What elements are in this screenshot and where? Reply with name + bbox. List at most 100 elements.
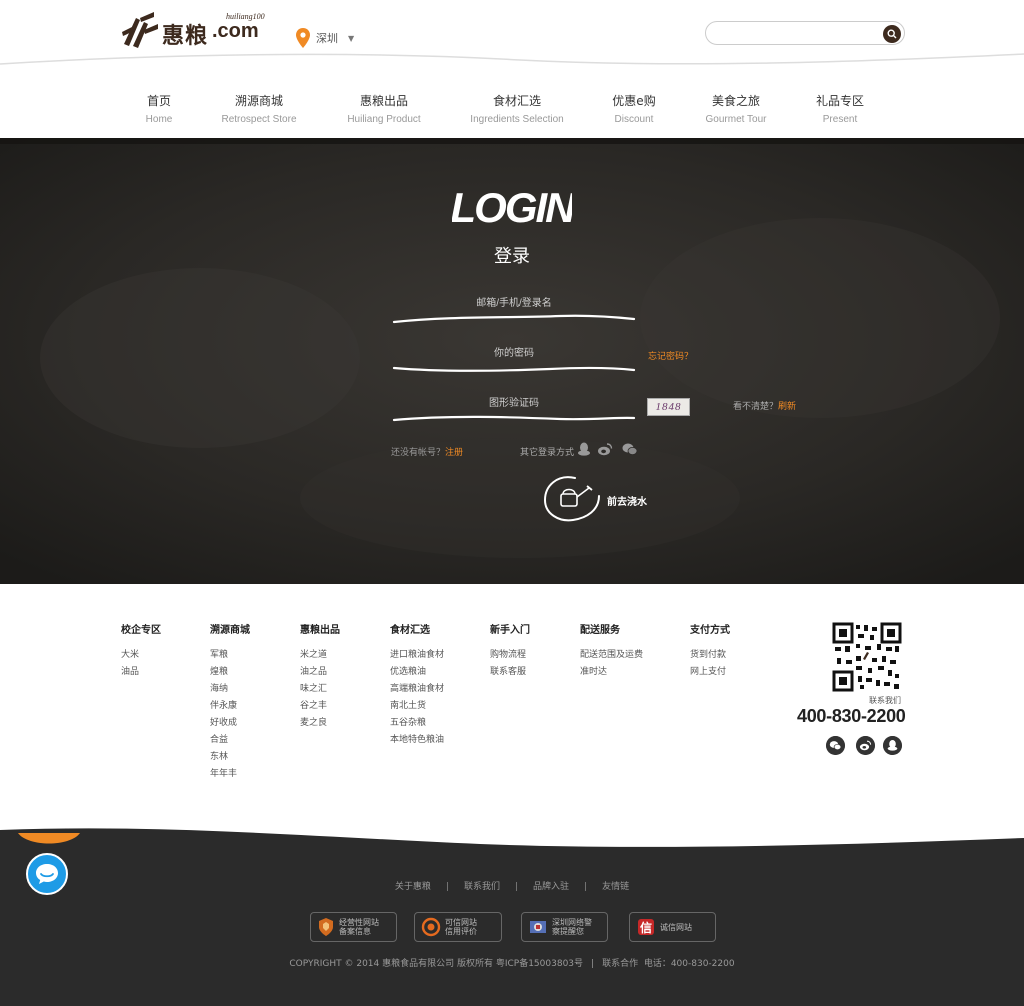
username-field [390, 290, 638, 326]
badge-business-record[interactable]: 经营性网站 备案信息 [310, 912, 397, 942]
hotline-number: 400-830-2200 [797, 706, 906, 726]
password-field [390, 340, 638, 376]
nav-item-huiliang-product[interactable]: 惠粮出品 Huiliang Product [347, 92, 420, 125]
nav-sublabel: Huiliang Product [347, 114, 421, 125]
weibo-login-icon[interactable] [597, 441, 613, 457]
search-icon [887, 29, 897, 39]
footer-link[interactable]: 合益 [210, 735, 250, 752]
footer-link[interactable]: 煌粮 [210, 667, 250, 684]
copyright-line: COPYRIGHT © 2014 惠粮食品有限公司 版权所有 粤ICP备1500… [0, 956, 1024, 969]
footer-link[interactable]: 米之道 [300, 650, 340, 667]
footer-link[interactable]: 油之品 [300, 667, 340, 684]
nav-sublabel: Gourmet Tour [705, 114, 767, 125]
footer-link[interactable]: 南北土货 [390, 701, 444, 718]
forgot-password-link[interactable]: 忘记密码？ [648, 349, 693, 362]
logo-cn: 惠粮 [162, 23, 209, 49]
badge-text: 诚信网站 [660, 922, 692, 932]
footer-col-beginner: 新手入门 购物流程 联系客服 [490, 621, 530, 684]
badge-trusted-site[interactable]: 可信网站 信用评价 [414, 912, 502, 942]
nav-sublabel: Present [822, 114, 858, 125]
search-button[interactable] [883, 25, 901, 43]
footer-link[interactable]: 海纳 [210, 684, 250, 701]
bottom-footer-background [0, 828, 1024, 1006]
police-badge-icon [530, 921, 546, 933]
nav-item-present[interactable]: 礼品专区 Present [816, 92, 864, 125]
footer-link[interactable]: 好收成 [210, 718, 250, 735]
footer-link[interactable]: 东林 [210, 752, 250, 769]
footer-link[interactable]: 进口粮油食材 [390, 650, 444, 667]
footer-link[interactable]: 配送范围及运费 [580, 650, 643, 667]
no-account-text: 还没有帐号？ [391, 448, 446, 458]
nav-label: 食材汇选 [492, 94, 541, 108]
register-link[interactable]: 注册 [445, 448, 463, 458]
footer-link[interactable]: 油品 [121, 667, 161, 684]
footer-link[interactable]: 谷之丰 [300, 701, 340, 718]
search-input[interactable] [716, 26, 876, 41]
footer-link[interactable]: 军粮 [210, 650, 250, 667]
footer-link[interactable]: 购物流程 [490, 650, 530, 667]
badge-text: 深圳网络警 察提醒您 [552, 918, 592, 936]
nav-label: 美食之旅 [711, 94, 761, 108]
captcha-field [390, 390, 638, 426]
footer-col-ingredients: 食材汇选 进口粮油食材 优选粮油 高端粮油食材 南北土货 五谷杂粮 本地特色粮油 [390, 621, 444, 752]
login-title: LOGIN [452, 184, 572, 231]
footer-link[interactable]: 高端粮油食材 [390, 684, 444, 701]
footer-link[interactable]: 优选粮油 [390, 667, 444, 684]
cooperation-link[interactable]: 联系合作 [602, 959, 638, 969]
footer-link[interactable]: 年年丰 [210, 769, 250, 786]
weibo-footer-icon[interactable] [856, 736, 875, 755]
site-logo[interactable]: 惠粮 .com huiliang100 [120, 8, 280, 50]
main-nav: 首页 Home 溯源商城 Retrospect Store 惠粮出品 Huili… [0, 76, 1024, 138]
captcha-refresh-link[interactable]: 刷新 [778, 402, 796, 412]
nav-item-ingredients[interactable]: 食材汇选 Ingredients Selection [470, 92, 563, 125]
wechat-footer-icon[interactable] [826, 736, 845, 755]
bottom-links: 关于惠粮 | 联系我们 | 品牌入驻 | 友情链 [0, 879, 1024, 892]
login-title-art: LOGIN [452, 184, 572, 231]
footer-col-huiliang: 惠粮出品 米之道 油之品 味之汇 谷之丰 麦之良 [300, 621, 340, 735]
svg-text:信: 信 [640, 920, 652, 935]
footer-link[interactable]: 大米 [121, 650, 161, 667]
register-prompt: 还没有帐号？注册 [391, 445, 463, 458]
footer-link[interactable]: 伴永康 [210, 701, 250, 718]
nav-sublabel: Home [145, 114, 173, 125]
header-wave-divider [0, 53, 1024, 74]
footer-link[interactable]: 货到付款 [690, 650, 730, 667]
logo-com: .com [212, 20, 259, 42]
city-name: 深圳 [316, 32, 338, 45]
footer-link[interactable]: 准时达 [580, 667, 643, 684]
qq-footer-icon[interactable] [883, 736, 902, 755]
nav-item-retrospect-store[interactable]: 溯源商城 Retrospect Store [221, 92, 296, 125]
contact-link[interactable]: 联系我们 [464, 882, 500, 892]
city-selector[interactable]: 深圳 ▼ [296, 28, 354, 48]
footer-link[interactable]: 网上支付 [690, 667, 730, 684]
footer-col-delivery: 配送服务 配送范围及运费 准时达 [580, 621, 643, 684]
chalk-underline [392, 415, 636, 422]
about-link[interactable]: 关于惠粮 [395, 882, 431, 892]
footer-col-head: 溯源商城 [210, 625, 250, 636]
captcha-image[interactable]: 1848 [647, 398, 690, 416]
shield-badge-icon [319, 918, 333, 936]
footer-link[interactable]: 本地特色粮油 [390, 735, 444, 752]
watering-can-submit-button[interactable] [543, 474, 605, 524]
footer-link[interactable]: 五谷杂粮 [390, 718, 444, 735]
orange-tab-decoration [18, 833, 80, 844]
nav-label: 礼品专区 [815, 94, 865, 108]
location-pin-icon [296, 28, 310, 48]
brand-join-link[interactable]: 品牌入驻 [533, 882, 569, 892]
footer-link[interactable]: 味之汇 [300, 684, 340, 701]
nav-item-gourmet-tour[interactable]: 美食之旅 Gourmet Tour [706, 92, 767, 125]
badge-police[interactable]: 深圳网络警 察提醒您 [521, 912, 608, 942]
nav-item-home[interactable]: 首页 Home [146, 92, 173, 125]
footer-link[interactable]: 麦之良 [300, 718, 340, 735]
nav-item-discount[interactable]: 优惠e购 Discount [612, 92, 655, 125]
nav-sublabel: Retrospect Store [221, 114, 297, 125]
friend-links[interactable]: 友情链 [602, 882, 629, 892]
footer-col-retrospect: 溯源商城 军粮 煌粮 海纳 伴永康 好收成 合益 东林 年年丰 [210, 621, 250, 786]
submit-label[interactable]: 前去浇水 [607, 493, 647, 508]
chalk-underline [392, 314, 636, 324]
footer-link[interactable]: 联系客服 [490, 667, 530, 684]
separator: | [445, 882, 449, 892]
qq-login-icon[interactable] [576, 441, 592, 457]
wechat-login-icon[interactable] [622, 441, 638, 457]
badge-credit-site[interactable]: 信 诚信网站 [629, 912, 716, 942]
